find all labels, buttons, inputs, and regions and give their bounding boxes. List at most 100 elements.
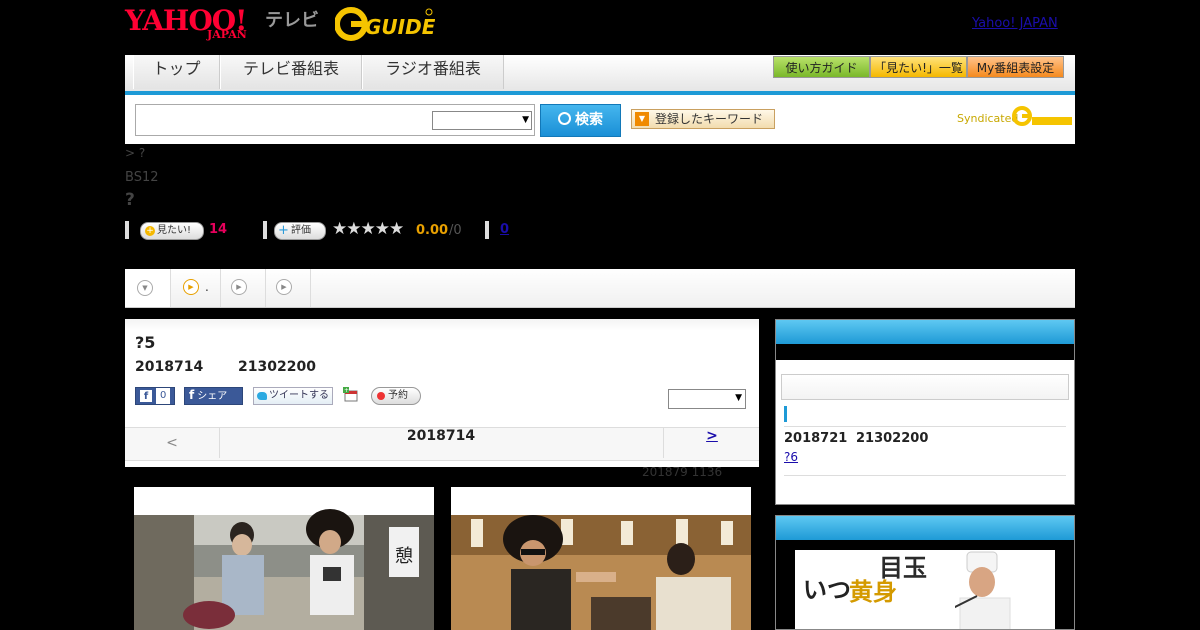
twitter-icon [257, 392, 267, 400]
gguide-logo[interactable]: GUIDE [334, 6, 436, 41]
facebook-share-button[interactable]: f シェア [184, 387, 243, 405]
tv-label: テレビ [265, 10, 319, 30]
gguide-small-icon [1012, 106, 1072, 126]
episode-title: ?5 [135, 333, 156, 352]
pager-prev[interactable]: < [125, 428, 220, 458]
next-broadcast-body: 2018721 21302200 ?6 [776, 360, 1074, 504]
divider-bar [485, 221, 489, 239]
calendar-add-icon: + [343, 387, 358, 402]
reserve-label: 予約 [388, 390, 408, 401]
rating-stars: ★★★★★ [332, 219, 404, 239]
episode-card: ?5 2018714 21302200 f0 f シェア ツイートする + 予約 … [125, 319, 759, 467]
advertisement-banner[interactable]: いつ 目玉 黄身 [795, 550, 1055, 629]
play-icon: ▶ [183, 279, 199, 295]
ad-panel-header [776, 516, 1074, 540]
subtab-episode[interactable]: ▼ [125, 269, 171, 307]
divider-bar [263, 221, 267, 239]
rating-score: 0.00 [416, 223, 449, 238]
program-title: ? [125, 190, 135, 210]
next-broadcast-time: 21302200 [856, 431, 929, 446]
next-broadcast-date: 2018721 [784, 431, 848, 446]
pager-next[interactable]: > [663, 428, 760, 458]
rating-total: /0 [449, 223, 462, 238]
divider [784, 426, 1066, 427]
share-label: シェア [197, 391, 228, 402]
scene-photo-1-image: 憩 [134, 487, 434, 630]
gguide-logo-text: GUIDE [365, 15, 435, 39]
scene-photo-2-image [451, 487, 751, 630]
dropdown-arrow-icon: ▼ [635, 112, 649, 126]
want-button[interactable]: + 見たい! [140, 222, 204, 240]
plus-icon: + [278, 223, 289, 238]
svg-text:+: + [344, 387, 349, 394]
ad-text-left: いつ [803, 576, 851, 604]
search-button[interactable]: 検索 [540, 104, 621, 137]
main-nav: トップ テレビ番組表 ラジオ番組表 使い方ガイド 「見たい!」一覧 My番組表設… [125, 55, 1075, 95]
divider [784, 475, 1066, 476]
ad-chef-image [955, 551, 1011, 629]
play-icon: ▶ [276, 279, 292, 295]
calendar-add-button[interactable]: + [343, 387, 359, 405]
want-label: 見たい! [157, 225, 192, 236]
tab-radio-listings[interactable]: ラジオ番組表 [362, 55, 504, 89]
plus-icon: + [145, 226, 155, 236]
breadcrumb[interactable]: > ? [125, 146, 145, 160]
episode-time: 21302200 [238, 359, 316, 375]
record-icon [377, 392, 385, 400]
chevron-down-icon: ▼ [137, 280, 153, 296]
update-timestamp: 201879 1136 [642, 465, 723, 479]
want-list-button[interactable]: 「見たい!」一覧 [870, 56, 967, 78]
yahoo-japan-logo[interactable]: YAHOO! JAPAN [125, 4, 265, 42]
next-episode-link[interactable]: ?6 [784, 450, 798, 464]
gguide-logo-icon: GUIDE [334, 7, 436, 41]
chevron-down-icon: ▼ [522, 115, 529, 125]
usage-guide-button[interactable]: 使い方ガイド [773, 56, 870, 78]
pager-current-date: 2018714 [406, 428, 476, 444]
tab-top[interactable]: トップ [133, 55, 220, 89]
subtab-1-label: . [205, 280, 209, 294]
yahoo-japan-link[interactable]: Yahoo! JAPAN [972, 16, 1058, 31]
channel-name: BS12 [125, 170, 159, 185]
like-count: 0 [156, 388, 171, 404]
play-icon: ▶ [231, 279, 247, 295]
episode-date: 2018714 [135, 359, 204, 375]
scene-photo-1[interactable]: 憩 [134, 487, 434, 630]
search-category-select[interactable]: ▼ [432, 111, 532, 130]
scene-photo-2[interactable] [451, 487, 751, 630]
next-broadcast-subheader [781, 374, 1069, 400]
registered-keywords-label: 登録したキーワード [655, 112, 764, 126]
my-listing-settings-button[interactable]: My番組表設定 [967, 56, 1064, 78]
want-count: 14 [209, 222, 228, 237]
yahoo-logo-sub: JAPAN [207, 28, 247, 41]
syndicated-label: Syndicated [957, 112, 1019, 125]
next-broadcast-header [776, 320, 1074, 344]
search-area: ▼ 検索 ▼ 登録したキーワード Syndicated [125, 95, 1075, 144]
program-subtabs: ▼ ▶ . ▶ ▶ [125, 269, 1075, 308]
facebook-like-button[interactable]: f0 [135, 387, 175, 405]
search-icon [558, 112, 571, 125]
chevron-down-icon: ▼ [735, 393, 742, 403]
subtab-2[interactable]: ▶ [221, 269, 266, 307]
ad-text-mid: 目玉 [879, 554, 927, 582]
facebook-icon: f [189, 388, 195, 402]
review-count-link[interactable]: 0 [500, 222, 509, 237]
rate-label: 評価 [291, 225, 311, 236]
next-broadcast-panel: 2018721 21302200 ?6 [775, 319, 1075, 505]
rate-button[interactable]: + 評価 [274, 222, 326, 240]
episode-select[interactable]: ▼ [668, 389, 746, 409]
section-marker [784, 406, 787, 422]
subtab-3[interactable]: ▶ [266, 269, 311, 307]
svg-text:憩: 憩 [395, 546, 413, 567]
search-button-label: 検索 [575, 112, 603, 128]
divider-bar [125, 221, 129, 239]
registered-keywords-button[interactable]: ▼ 登録したキーワード [631, 109, 775, 129]
tab-tv-listings[interactable]: テレビ番組表 [220, 55, 362, 89]
episode-pager: < 2018714 > [125, 427, 759, 461]
facebook-icon: f [140, 390, 152, 402]
tweet-label: ツイートする [269, 390, 329, 401]
ad-panel: いつ 目玉 黄身 [775, 515, 1075, 630]
ad-text-right: 黄身 [849, 578, 897, 606]
subtab-1[interactable]: ▶ . [171, 269, 221, 307]
reserve-button[interactable]: 予約 [371, 387, 421, 405]
tweet-button[interactable]: ツイートする [253, 387, 333, 405]
